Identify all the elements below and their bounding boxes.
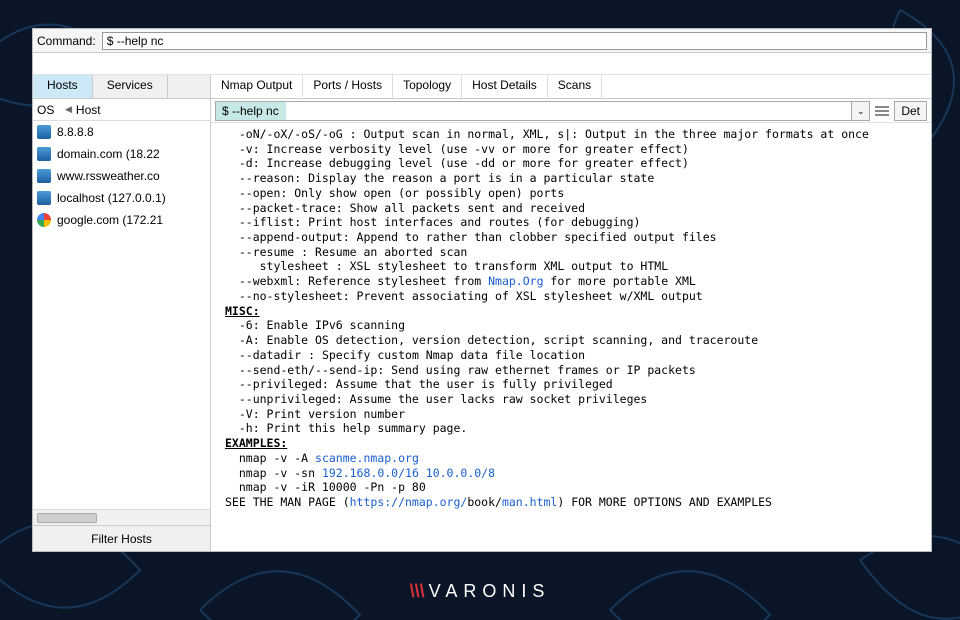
host-label: 8.8.8.8 [57,125,94,139]
list-item[interactable]: localhost (127.0.0.1) [33,187,210,209]
host-label: domain.com (18.22 [57,147,160,161]
brand-text: VARONIS [429,581,551,601]
list-item[interactable]: domain.com (18.22 [33,143,210,165]
col-os[interactable]: OS [37,103,61,117]
host-list: 8.8.8.8 domain.com (18.22 www.rssweather… [33,121,210,509]
tab-nmap-output[interactable]: Nmap Output [211,75,303,98]
os-icon [37,191,51,205]
output-tabs: Nmap Output Ports / Hosts Topology Host … [211,75,931,99]
list-item[interactable]: www.rssweather.co [33,165,210,187]
tab-host-details[interactable]: Host Details [462,75,548,98]
host-label: www.rssweather.co [57,169,160,183]
os-icon [37,213,51,227]
toolbar-spacer [33,53,931,75]
combo-chevron-down-icon[interactable]: ⌄ [852,101,870,121]
horizontal-scrollbar[interactable] [33,509,210,525]
app-window: Command: Hosts Services OS ◀ Host 8.8.8.… [32,28,932,552]
left-pane: Hosts Services OS ◀ Host 8.8.8.8 domain.… [33,75,211,551]
details-button[interactable]: Det [894,101,927,121]
menu-icon[interactable] [874,103,890,119]
os-icon [37,169,51,183]
tab-topology[interactable]: Topology [393,75,462,98]
scan-command-combo[interactable] [215,101,852,121]
command-input[interactable] [102,32,927,50]
filter-hosts-button[interactable]: Filter Hosts [33,525,210,551]
os-icon [37,147,51,161]
sort-arrow-icon: ◀ [65,104,72,115]
host-label: google.com (172.21 [57,213,163,227]
list-item[interactable]: 8.8.8.8 [33,121,210,143]
brand-mark-icon: \\\ [410,581,425,601]
left-tabs: Hosts Services [33,75,210,99]
host-list-header: OS ◀ Host [33,99,210,121]
command-label: Command: [37,34,96,48]
tab-services[interactable]: Services [93,75,168,98]
tab-scans[interactable]: Scans [548,75,602,98]
tab-hosts[interactable]: Hosts [33,75,93,98]
command-bar: Command: [33,29,931,53]
host-label: localhost (127.0.0.1) [57,191,166,205]
os-icon [37,125,51,139]
right-pane: Nmap Output Ports / Hosts Topology Host … [211,75,931,551]
scrollbar-thumb[interactable] [37,513,97,523]
list-item[interactable]: google.com (172.21 [33,209,210,231]
col-host[interactable]: Host [76,103,101,117]
brand-logo: \\\ VARONIS [0,581,960,602]
output-command-row: ⌄ Det [211,99,931,123]
nmap-output-text: -oN/-oX/-oS/-oG : Output scan in normal,… [211,123,931,551]
tab-ports-hosts[interactable]: Ports / Hosts [303,75,393,98]
